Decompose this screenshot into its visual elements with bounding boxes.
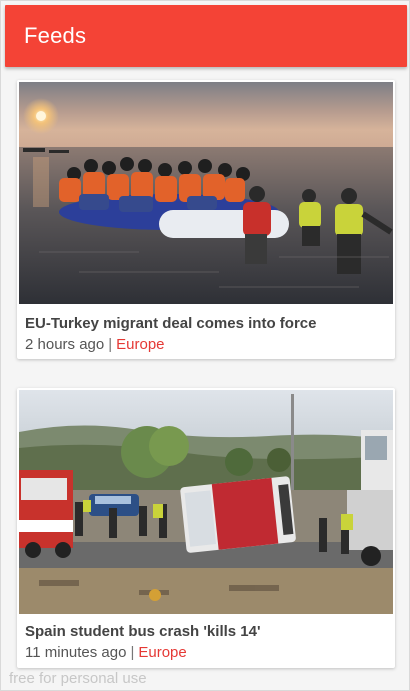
watermark-text: free for personal use xyxy=(9,670,147,687)
feed-image-bus-crash[interactable] xyxy=(19,390,393,614)
feed-meta: 11 minutes ago | Europe xyxy=(25,644,187,661)
feed-category-link[interactable]: Europe xyxy=(138,644,186,661)
app-bar: Feeds xyxy=(5,5,407,67)
meta-separator: | xyxy=(130,644,135,661)
feed-time: 2 hours ago xyxy=(25,336,105,353)
feed-image-migrants-boat[interactable] xyxy=(19,82,393,304)
feed-title[interactable]: Spain student bus crash 'kills 14' xyxy=(25,623,261,640)
feed-card[interactable]: Spain student bus crash 'kills 14' 11 mi… xyxy=(17,388,395,668)
app-screen: Feeds EU-Turkey migrant deal comes into … xyxy=(0,0,410,691)
app-title: Feeds xyxy=(24,23,87,48)
feed-card[interactable]: EU-Turkey migrant deal comes into force … xyxy=(17,80,395,359)
meta-separator: | xyxy=(108,336,113,353)
feed-category-link[interactable]: Europe xyxy=(116,336,164,353)
feed-time: 11 minutes ago xyxy=(25,644,127,661)
feed-meta: 2 hours ago | Europe xyxy=(25,336,165,353)
feed-title[interactable]: EU-Turkey migrant deal comes into force xyxy=(25,315,316,332)
